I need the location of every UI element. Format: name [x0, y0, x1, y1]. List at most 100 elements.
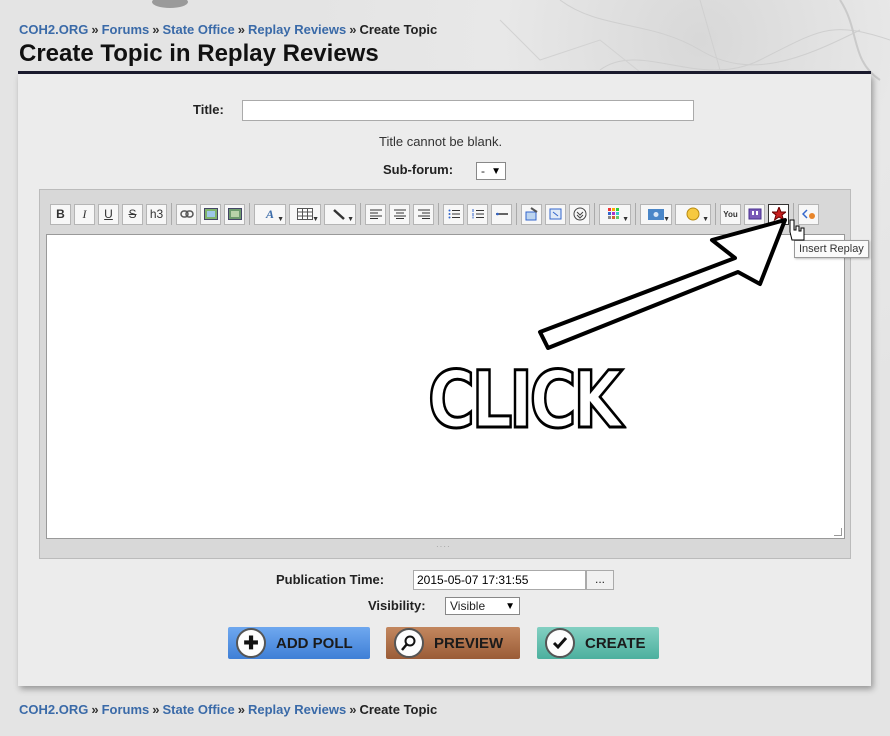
caret-down-icon: ▼	[312, 215, 319, 223]
caret-down-icon: ▼	[622, 215, 629, 223]
breadcrumb-link-state-office[interactable]: State Office	[162, 702, 234, 717]
bullet-list-icon	[448, 209, 460, 219]
bold-button[interactable]: B	[50, 203, 71, 225]
title-label: Title:	[193, 102, 224, 117]
numbered-list-button[interactable]	[467, 203, 488, 225]
smiley-icon	[686, 207, 700, 221]
italic-icon: I	[82, 206, 87, 221]
bullet-list-button[interactable]	[443, 203, 464, 225]
insert-image-button[interactable]	[200, 203, 221, 225]
editor-resize-handle[interactable]: ····	[436, 542, 451, 551]
toolbar-divider	[516, 203, 517, 225]
youtube-button[interactable]: You	[720, 203, 741, 225]
breadcrumb-separator: »	[91, 702, 99, 717]
create-label: CREATE	[585, 634, 646, 652]
twitch-button[interactable]	[744, 203, 765, 225]
subforum-label: Sub-forum:	[383, 162, 454, 177]
editor-toolbar: B I U S h3 A ▼ ▼ ▼ ▼ ▼ ▼ You	[50, 202, 822, 226]
caret-down-icon: ▼	[277, 215, 284, 223]
align-right-icon	[417, 209, 430, 219]
breadcrumb-current: Create Topic	[359, 702, 438, 717]
breadcrumb-link-state-office[interactable]: State Office	[162, 22, 234, 37]
caret-down-icon: ▼	[702, 215, 709, 223]
insert-replay-button[interactable]	[768, 203, 789, 225]
breadcrumb-link-replay-reviews[interactable]: Replay Reviews	[248, 22, 346, 37]
gallery-icon	[227, 208, 242, 220]
publication-time-input[interactable]	[413, 570, 586, 590]
toolbar-divider	[438, 203, 439, 225]
color-palette-button[interactable]: ▼	[599, 203, 631, 225]
insert-table-button[interactable]: ▼	[289, 203, 321, 225]
toolbar-divider	[793, 203, 794, 225]
breadcrumb-link-forums[interactable]: Forums	[102, 22, 150, 37]
italic-button[interactable]: I	[74, 203, 95, 225]
link-icon	[179, 210, 194, 218]
date-picker-button[interactable]: ...	[586, 570, 614, 590]
youtube-icon: You	[723, 209, 738, 219]
source-code-icon	[801, 209, 815, 219]
code-icon	[549, 208, 561, 220]
spoiler-icon	[573, 207, 586, 221]
strikethrough-button[interactable]: S	[122, 203, 143, 225]
insert-flag-button[interactable]: ▼	[640, 203, 672, 225]
breadcrumb-separator: »	[237, 702, 245, 717]
spoiler-button[interactable]	[569, 203, 590, 225]
preview-button[interactable]: PREVIEW	[386, 627, 520, 659]
visibility-select[interactable]: Visible ▼	[445, 597, 520, 615]
chevron-down-icon: ▼	[491, 165, 501, 177]
title-error-message: Title cannot be blank.	[379, 134, 503, 149]
click-annotation: CLICK	[427, 355, 624, 448]
align-center-icon	[393, 209, 406, 219]
visibility-label: Visibility:	[368, 598, 426, 613]
subforum-select[interactable]: - ▼	[476, 162, 506, 180]
font-color-icon: A	[265, 206, 274, 221]
bold-icon: B	[56, 207, 65, 221]
caret-down-icon: ▼	[347, 215, 354, 223]
title-input[interactable]	[242, 100, 694, 121]
checkmark-icon	[545, 628, 575, 658]
align-left-button[interactable]	[365, 203, 386, 225]
code-button[interactable]	[545, 203, 566, 225]
page-title: Create Topic in Replay Reviews	[19, 40, 379, 67]
toolbar-divider	[171, 203, 172, 225]
align-right-button[interactable]	[413, 203, 434, 225]
heading-button[interactable]: h3	[146, 203, 167, 225]
emoticon-button[interactable]: ▼	[675, 203, 711, 225]
breadcrumb-bottom: COH2.ORG» Forums» State Office» Replay Revi…	[19, 702, 437, 717]
caret-down-icon: ▼	[663, 215, 670, 223]
replay-star-icon	[771, 207, 786, 221]
brush-button[interactable]: ▼	[324, 203, 356, 225]
insert-link-button[interactable]	[176, 203, 197, 225]
insert-gallery-button[interactable]	[224, 203, 245, 225]
align-center-button[interactable]	[389, 203, 410, 225]
toolbar-divider	[715, 203, 716, 225]
breadcrumb-current: Create Topic	[359, 22, 438, 37]
quote-button[interactable]	[521, 203, 542, 225]
chevron-down-icon: ▼	[505, 600, 515, 612]
insert-replay-tooltip: Insert Replay	[794, 240, 869, 258]
color-palette-icon	[608, 208, 619, 219]
breadcrumb-separator: »	[349, 702, 357, 717]
flag-icon	[648, 208, 664, 220]
create-button[interactable]: CREATE	[537, 627, 659, 659]
breadcrumb-link-replay-reviews[interactable]: Replay Reviews	[248, 702, 346, 717]
image-icon	[203, 208, 218, 220]
breadcrumb-link-forums[interactable]: Forums	[102, 702, 150, 717]
source-toggle-button[interactable]	[798, 203, 819, 225]
align-left-icon	[369, 209, 382, 219]
breadcrumb-link-home[interactable]: COH2.ORG	[19, 22, 88, 37]
quote-icon	[525, 207, 538, 221]
strikethrough-icon: S	[128, 207, 137, 221]
publication-time-label: Publication Time:	[276, 572, 385, 587]
toolbar-divider	[249, 203, 250, 225]
horizontal-rule-icon	[495, 212, 508, 216]
resize-grip-icon[interactable]	[834, 528, 842, 536]
toolbar-divider	[594, 203, 595, 225]
toolbar-divider	[360, 203, 361, 225]
breadcrumb-link-home[interactable]: COH2.ORG	[19, 702, 88, 717]
breadcrumb-separator: »	[152, 702, 160, 717]
underline-button[interactable]: U	[98, 203, 119, 225]
font-color-button[interactable]: A ▼	[254, 203, 286, 225]
add-poll-button[interactable]: ✚ ADD POLL	[228, 627, 370, 659]
horizontal-rule-button[interactable]	[491, 203, 512, 225]
